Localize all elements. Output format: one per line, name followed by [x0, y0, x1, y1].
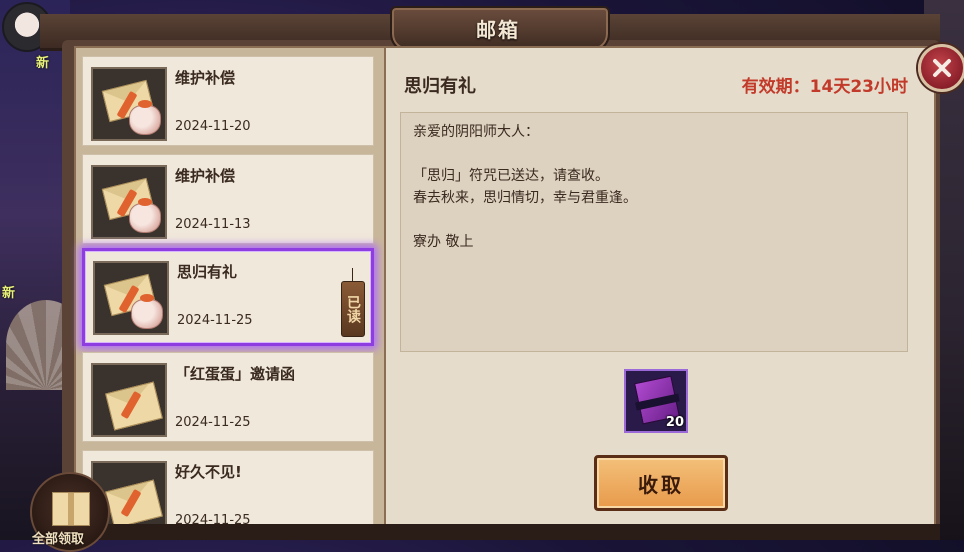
mail-body-line-2: 春去秋来，思归情切，幸与君重逢。 — [413, 190, 637, 206]
claim-button[interactable]: 收取 — [594, 455, 728, 511]
mail-body-line-1: 「思归」符咒已送达，请查收。 — [413, 168, 609, 184]
detail-title: 思归有礼 — [404, 76, 476, 97]
mail-item-1[interactable]: 维护补偿 2024-11-20 — [82, 56, 374, 146]
close-button[interactable] — [918, 44, 964, 92]
close-icon — [933, 59, 951, 77]
mail-title: 思归有礼 — [177, 263, 238, 281]
background-left-scenery — [0, 0, 70, 540]
new-badge-2: 新 — [2, 286, 16, 301]
mail-title: 「红蛋蛋」邀请函 — [175, 365, 296, 383]
mail-item-4[interactable]: 「红蛋蛋」邀请函 2024-11-25 — [82, 352, 374, 442]
attachment-count: 20 — [665, 415, 684, 430]
mail-date: 2024-11-13 — [175, 217, 251, 232]
gift-box-icon — [52, 492, 90, 526]
mail-item-3-selected[interactable]: 思归有礼 2024-11-25 已读 — [82, 248, 374, 346]
mail-envelope-icon — [91, 363, 167, 437]
mail-title: 好久不见! — [175, 463, 242, 481]
mail-envelope-icon — [91, 67, 167, 141]
mail-date: 2024-11-25 — [177, 313, 253, 328]
mail-title: 维护补偿 — [175, 69, 236, 87]
read-tag-badge: 已读 — [341, 268, 365, 337]
mail-envelope-icon — [91, 165, 167, 239]
mail-signature: 寮办 敬上 — [413, 234, 474, 250]
bottom-frame — [100, 524, 940, 540]
mail-date: 2024-11-20 — [175, 119, 251, 134]
validity-label: 有效期：14天23小时 — [741, 77, 908, 97]
mail-envelope-icon — [93, 261, 169, 335]
mail-greeting: 亲爱的阴阳师大人： — [413, 124, 539, 140]
mail-body: 亲爱的阴阳师大人： 「思归」符咒已送达，请查收。 春去秋来，思归情切，幸与君重逢… — [400, 112, 908, 352]
mail-item-2[interactable]: 维护补偿 2024-11-13 — [82, 154, 374, 244]
new-badge: 新 — [36, 56, 50, 71]
page-title: 邮箱 — [476, 18, 520, 42]
mail-title: 维护补偿 — [175, 167, 236, 185]
read-tag-label: 已读 — [345, 295, 361, 323]
mail-date: 2024-11-25 — [175, 415, 251, 430]
claim-all-label: 全部领取 — [32, 532, 85, 547]
mail-item-5[interactable]: 好久不见! 2024-11-25 — [82, 450, 374, 535]
attachment-item[interactable]: 20 — [624, 369, 688, 433]
